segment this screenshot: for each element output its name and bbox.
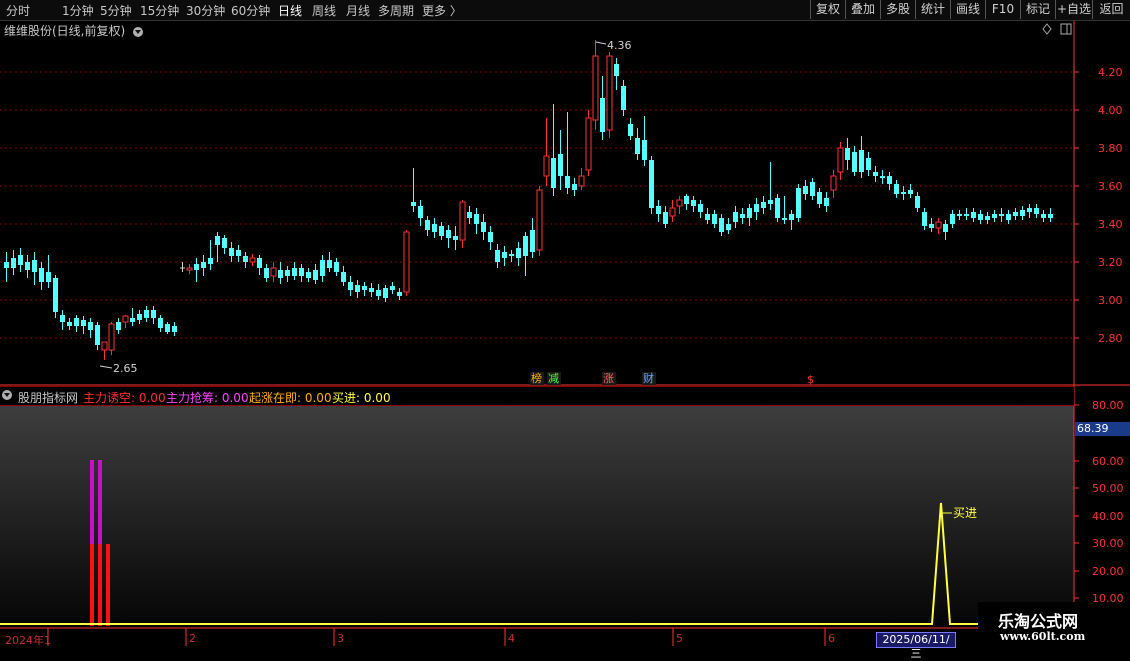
indicator-current-value: 68.39 [1075, 422, 1130, 436]
indicator-name[interactable]: 股朋指标网 [18, 389, 78, 406]
indicator-header: 股朋指标网 主力诱空: 0.00 主力抢筹: 0.00 起涨在即: 0.00 买… [0, 386, 1074, 406]
candlesticks [4, 40, 1053, 360]
high-price-label: 4.36 [607, 39, 632, 52]
price-axis-label: 2.80 [1098, 332, 1123, 345]
grab-chips-bar [98, 460, 102, 544]
indicator-about-to-rise: 起涨在即: 0.00 [249, 391, 332, 405]
indicator-axis-label: 50.00 [1092, 482, 1124, 495]
event-marker-dollar[interactable]: $ [807, 373, 814, 386]
time-ticks [47, 628, 826, 646]
indicator-axis-label: 30.00 [1092, 537, 1124, 550]
price-axis-label: 3.00 [1098, 294, 1123, 307]
event-marker-jian[interactable]: 减 [548, 372, 559, 385]
indicator-panel-bg [0, 405, 1074, 627]
time-label-feb: 2 [189, 632, 196, 645]
price-axis: 4.20 4.00 3.80 3.60 3.40 3.20 3.00 2.80 [1074, 66, 1123, 345]
event-marker-bang[interactable]: 榜 [531, 371, 542, 385]
indicator-axis-label: 20.00 [1092, 565, 1124, 578]
chevron-down-icon[interactable] [2, 390, 12, 400]
time-label-jun: 6 [828, 632, 835, 645]
watermark-url: www.60lt.com [1000, 630, 1086, 643]
time-label-mar: 3 [337, 632, 344, 645]
lure-short-bar [106, 544, 110, 626]
price-axis-label: 4.00 [1098, 104, 1123, 117]
low-price-label: 2.65 [113, 362, 138, 375]
high-pointer [595, 41, 607, 45]
price-axis-label: 4.20 [1098, 66, 1123, 79]
time-label-apr: 4 [508, 632, 515, 645]
indicator-axis-label: 80.00 [1092, 399, 1124, 412]
grab-chips-bar [90, 460, 94, 544]
watermark: 乐淘公式网 www.60lt.com [978, 602, 1128, 648]
diamond-icon[interactable] [1042, 23, 1052, 35]
event-marker-zhang[interactable]: 涨 [603, 372, 614, 385]
indicator-grab-chips: 主力抢筹: 0.00 [166, 391, 249, 405]
watermark-title: 乐淘公式网 [998, 612, 1079, 631]
lure-short-bar [98, 544, 102, 626]
low-pointer [99, 365, 113, 369]
lure-short-bar [90, 544, 94, 626]
current-date-box: 2025/06/11/三 [876, 632, 956, 660]
buy-label: 买进 [953, 506, 977, 520]
price-axis-label: 3.40 [1098, 218, 1123, 231]
chart-canvas: 4.20 4.00 3.80 3.60 3.40 3.20 3.00 2.80 4.36 2.… [0, 21, 1130, 646]
indicator-buy: 买进: 0.00 [332, 391, 391, 405]
time-label-may: 5 [676, 632, 683, 645]
price-axis-label: 3.80 [1098, 142, 1123, 155]
price-axis-label: 3.60 [1098, 180, 1123, 193]
panel-toggle-icon[interactable] [1060, 23, 1072, 35]
indicator-axis-label: 60.00 [1092, 455, 1124, 468]
time-label-jan: 2024年1 [5, 634, 51, 647]
indicator-axis-label: 40.00 [1092, 510, 1124, 523]
event-marker-cai[interactable]: 财 [643, 371, 654, 385]
price-axis-label: 3.20 [1098, 256, 1123, 269]
indicator-lure-short: 主力诱空: 0.00 [83, 391, 166, 405]
